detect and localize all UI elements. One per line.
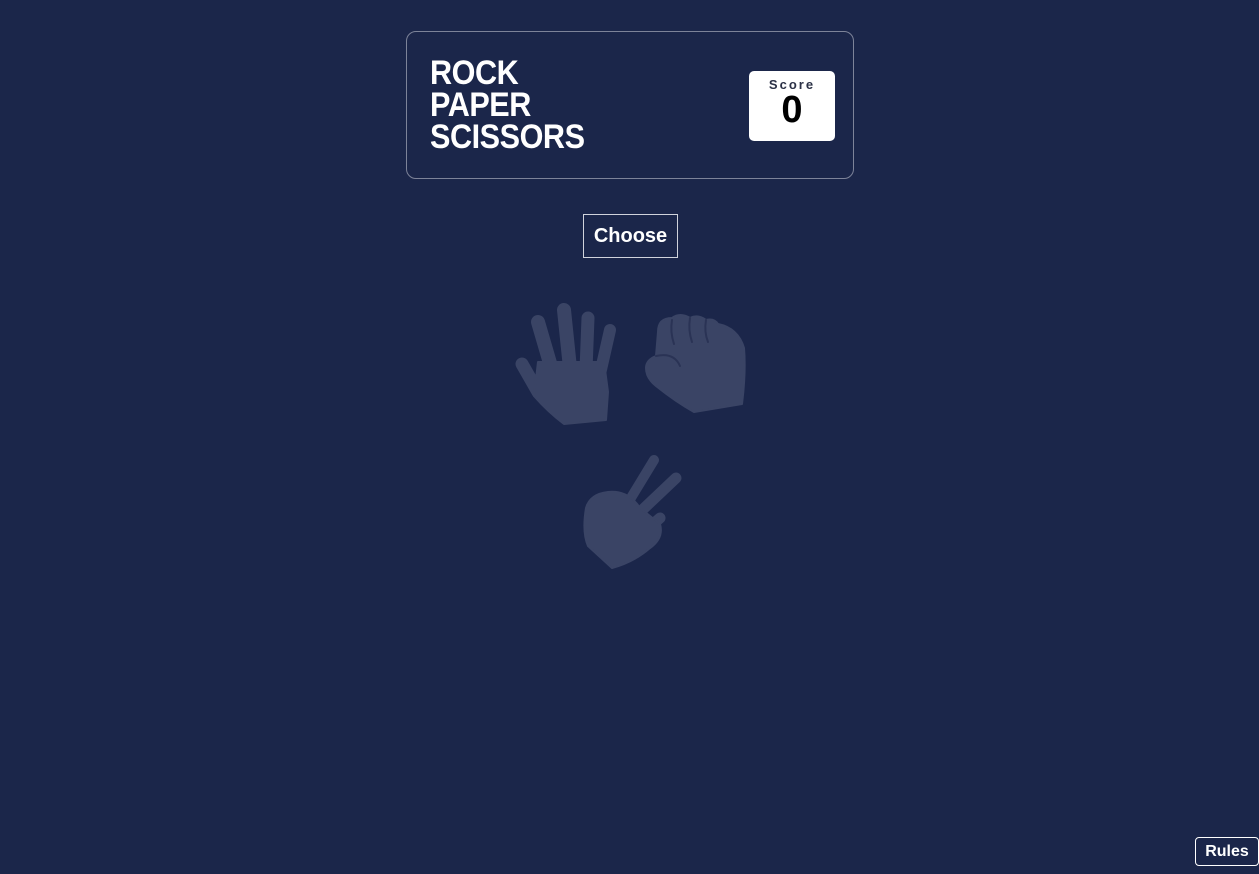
scoreboard-header: ROCK PAPER SCISSORS Score 0 [406,31,854,179]
choice-scissors[interactable] [578,452,688,572]
rock-fist-icon [645,314,746,413]
choose-button[interactable]: Choose [583,214,678,258]
title-line-paper: PAPER [430,86,531,124]
title-line-rock: ROCK [430,54,519,92]
rules-button[interactable]: Rules [1195,837,1259,866]
title-line-scissors: SCISSORS [430,118,585,156]
game-page: ROCK PAPER SCISSORS Score 0 Choose Rules [0,0,1259,874]
score-value: 0 [781,89,803,131]
game-title: ROCK PAPER SCISSORS [430,54,585,156]
choice-paper[interactable] [512,300,622,428]
score-box: Score 0 [749,71,835,141]
scissors-hand-icon [583,455,682,569]
paper-hand-icon [515,303,616,425]
choice-rock[interactable] [640,310,750,418]
